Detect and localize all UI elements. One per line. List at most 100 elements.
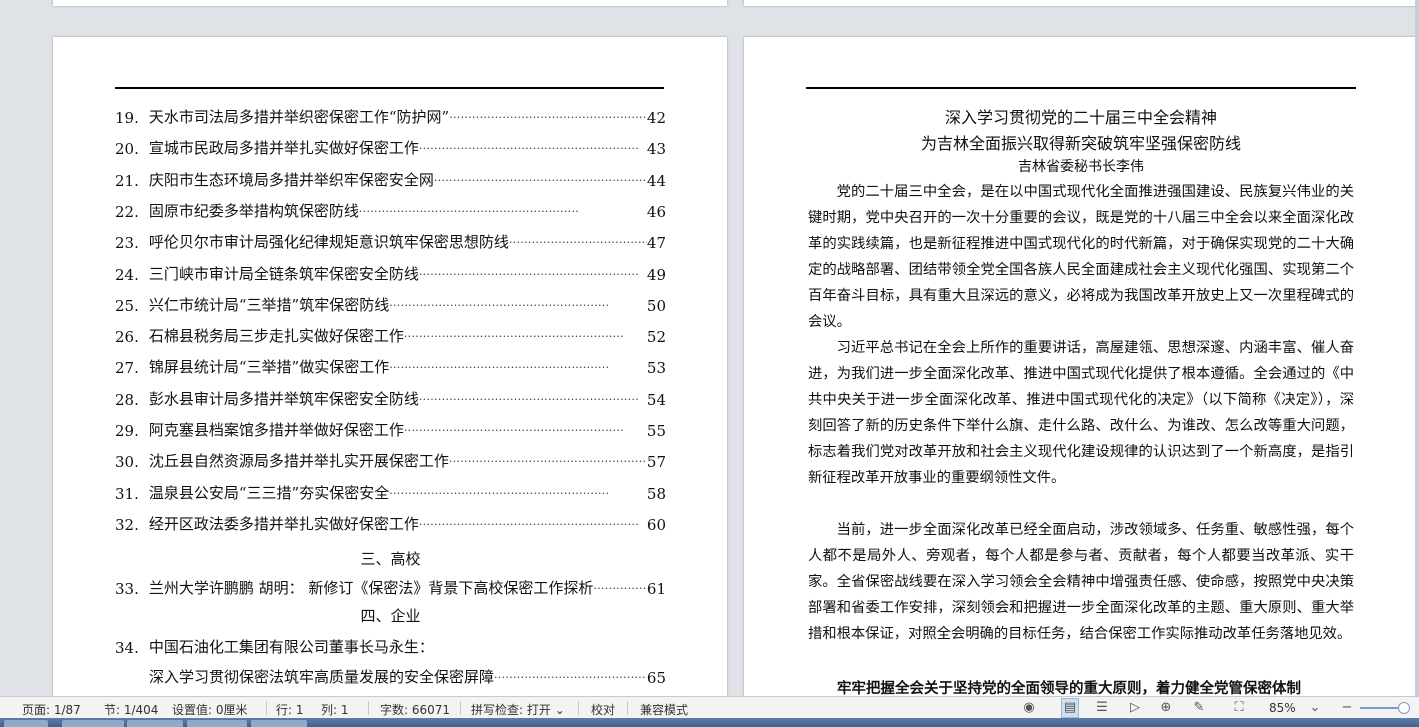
toc-leader: ········································… <box>449 111 647 124</box>
status-bar: 页面: 1/87 节: 1/404 设置值: 0厘米 行: 1 列: 1 字数:… <box>0 696 1419 719</box>
page-left[interactable]: 19. 天水市司法局多措并举织密保密工作“防护网” ················… <box>53 37 727 696</box>
toc-entry-number: 24. <box>115 265 139 284</box>
toc-entry[interactable]: 21. 庆阳市生态环境局多措并举织牢保密安全网 ··················… <box>115 168 666 190</box>
taskbar-item[interactable] <box>187 720 247 727</box>
globe-icon[interactable]: ⊕ <box>1158 700 1174 716</box>
toc-leader: ········································… <box>418 517 640 531</box>
toc-leader: ········································… <box>508 236 647 250</box>
pen-icon[interactable]: ✎ <box>1191 700 1207 716</box>
status-page[interactable]: 页面: 1/87 <box>22 701 81 718</box>
toc-leader: ········································… <box>403 330 625 344</box>
start-button[interactable] <box>4 720 48 727</box>
toc-leader: ········································… <box>448 455 647 469</box>
toc-entry-number: 26. <box>115 328 139 347</box>
fit-page-icon[interactable]: ⛶ <box>1231 700 1247 716</box>
vertical-scrollbar[interactable] <box>1415 0 1419 696</box>
toc-entry-title: 呼伦贝尔市审计局强化纪律规矩意识筑牢保密思想防线 <box>148 233 509 252</box>
toc-entry-page: 42 <box>646 109 666 127</box>
toc-entry[interactable]: 20. 宣城市民政局多措并举扎实做好保密工作 ···················… <box>115 136 666 158</box>
status-row: 行: 1 <box>276 703 304 717</box>
toc-entry-number: 29. <box>115 422 139 440</box>
chevron-down-icon: ⌄ <box>554 703 565 717</box>
toc-entry-title: 三门峡市审计局全链条筑牢保密安全防线 <box>148 264 419 283</box>
article-paragraph: 习近平总书记在全会上所作的重要讲话，高屋建瓴、思想深邃、内涵丰富、催人奋进，为我… <box>808 340 1354 486</box>
page-view-icon[interactable]: ▤ <box>1061 698 1079 718</box>
toc-entry[interactable]: 32. 经开区政法委多措并举扎实做好保密工作 ···················… <box>115 512 666 534</box>
status-wordcount[interactable]: 字数: 66071 <box>380 701 450 718</box>
toc-entry[interactable]: 30. 沈丘县自然资源局多措并举扎实开展保密工作 ·················… <box>115 449 666 471</box>
toc-entry-title: 固原市纪委多举措构筑保密防线 <box>148 201 359 220</box>
article-paragraph: 当前，进一步全面深化改革已经全面启动，涉改领域多、任务重、敏感性强，每个人都不是… <box>808 522 1354 642</box>
toc-entry-page: 44 <box>646 171 666 190</box>
toc-entry-title: 中国石油化工集团有限公司董事长马永生： <box>148 638 434 656</box>
play-icon[interactable]: ▷ <box>1127 700 1143 716</box>
toc-entry-title: 彭水县审计局多措并举筑牢保密安全防线 <box>148 389 419 408</box>
eye-icon[interactable]: ◉ <box>1021 700 1037 716</box>
toc-entry-page: 47 <box>646 234 666 253</box>
toc-leader: ········································… <box>418 392 640 406</box>
toc-entry[interactable]: 34. 中国石油化工集团有限公司董事长马永生： <box>115 635 666 657</box>
toc-leader: ········································… <box>358 204 580 218</box>
toc-entry-number: 31. <box>115 484 139 503</box>
outline-view-icon[interactable]: ☰ <box>1094 700 1110 716</box>
toc-entry-page: 50 <box>646 296 666 315</box>
zoom-out-icon[interactable]: − <box>1339 700 1355 716</box>
toc-entry-title: 兴仁市统计局“三举措”筑牢保密防线 <box>148 295 390 314</box>
toc-entry-page: 60 <box>646 515 666 534</box>
previous-page-left-bottom <box>53 0 727 6</box>
toc-entry-page: 55 <box>646 422 666 440</box>
toc-entry-page: 53 <box>646 359 666 378</box>
toc-entry-sub[interactable]: 深入学习贯彻保密法筑牢高质量发展的安全保密屏障 ················… <box>149 665 666 687</box>
toc-entry[interactable]: 23. 呼伦贝尔市审计局强化纪律规矩意识筑牢保密思想防线 ·············… <box>115 230 666 252</box>
proof-button[interactable]: 校对 <box>591 701 615 718</box>
toc-entry-title: 深入学习贯彻保密法筑牢高质量发展的安全保密屏障 <box>149 668 495 686</box>
status-section: 节: 1/404 <box>104 703 159 717</box>
page-right[interactable]: 深入学习贯彻党的二十届三中全会精神 为吉林全面振兴取得新突破筑牢坚强保密防线 吉… <box>744 37 1418 696</box>
document-workspace[interactable]: 19. 天水市司法局多措并举织密保密工作“防护网” ················… <box>0 0 1419 696</box>
toc-entry-page: 58 <box>646 484 666 503</box>
toc-entry-title: 经开区政法委多措并举扎实做好保密工作 <box>148 514 419 533</box>
toc-entry[interactable]: 22. 固原市纪委多举措构筑保密防线 ·······················… <box>115 199 666 221</box>
toc-entry-number: 20. <box>115 140 139 159</box>
toc-entry-number: 27. <box>115 359 139 378</box>
toc-entry[interactable]: 25. 兴仁市统计局“三举措”筑牢保密防线 ····················… <box>115 293 666 315</box>
toc-entry[interactable]: 19. 天水市司法局多措并举织密保密工作“防护网” ················… <box>115 105 666 127</box>
toc-leader: ········································… <box>593 582 647 595</box>
toc-entry-page: 54 <box>646 390 666 409</box>
zoom-level[interactable]: 85% <box>1269 701 1296 715</box>
toc-entry[interactable]: 33. 兰州大学许鹏鹏 胡明： 新修订《保密法》背景下高校保密工作探析 ····… <box>115 576 666 598</box>
toc-entry[interactable]: 27. 锦屏县统计局“三举措”做实保密工作 ····················… <box>115 355 666 377</box>
compat-mode: 兼容模式 <box>640 703 689 717</box>
spellcheck-toggle[interactable]: 拼写检查: 打开 ⌄ <box>471 701 565 718</box>
article-author: 吉林省委秘书长李伟 <box>1018 159 1144 175</box>
toc-entry[interactable]: 29. 阿克塞县档案馆多措并举做好保密工作 ····················… <box>115 418 666 440</box>
toc-entry[interactable]: 24. 三门峡市审计局全链条筑牢保密安全防线 ···················… <box>115 262 666 284</box>
article-paragraph: 党的二十届三中全会，是在以中国式现代化全面推进强国建设、民族复兴伟业的关键时期，… <box>808 184 1354 330</box>
toc-entry-title: 天水市司法局多措并举织密保密工作“防护网” <box>148 108 450 126</box>
status-col: 列: 1 <box>321 703 349 717</box>
toc-entry-title: 温泉县公安局“三三措”夯实保密安全 <box>148 483 390 502</box>
toc-leader: ········································… <box>403 424 625 437</box>
taskbar-item[interactable] <box>127 720 183 727</box>
toc-entry-page: 46 <box>646 202 666 221</box>
article-title-line2: 为吉林全面振兴取得新突破筑牢坚强保密防线 <box>920 134 1241 153</box>
toc-entry-title: 兰州大学许鹏鹏 胡明： 新修订《保密法》背景下高校保密工作探析 <box>148 579 594 597</box>
toc-entry-number: 23. <box>115 234 139 253</box>
toc-entry-page: 65 <box>646 669 666 687</box>
toc-leader: ········································… <box>418 267 640 281</box>
toc-entry-number: 25. <box>115 296 139 315</box>
toc-entry[interactable]: 31. 温泉县公安局“三三措”夯实保密安全 ····················… <box>115 481 666 503</box>
taskbar-item[interactable] <box>251 720 307 727</box>
zoom-slider-thumb[interactable] <box>1398 702 1410 714</box>
toc-entry[interactable]: 26. 石棉县税务局三步走扎实做好保密工作 ····················… <box>115 324 666 346</box>
toc-entry[interactable]: 28. 彭水县审计局多措并举筑牢保密安全防线 ···················… <box>115 387 666 409</box>
header-rule <box>115 87 664 89</box>
toc-section-heading: 三、高校 <box>360 550 421 568</box>
chevron-down-icon[interactable]: ⌄ <box>1307 700 1323 716</box>
toc-entry-number: 28. <box>115 390 139 409</box>
taskbar-item[interactable] <box>62 720 124 727</box>
toc-entry-page: 57 <box>646 453 666 472</box>
toc-entry-number: 33. <box>115 580 139 598</box>
toc-leader: ········································… <box>418 142 640 156</box>
toc-entry-number: 30. <box>115 453 139 472</box>
